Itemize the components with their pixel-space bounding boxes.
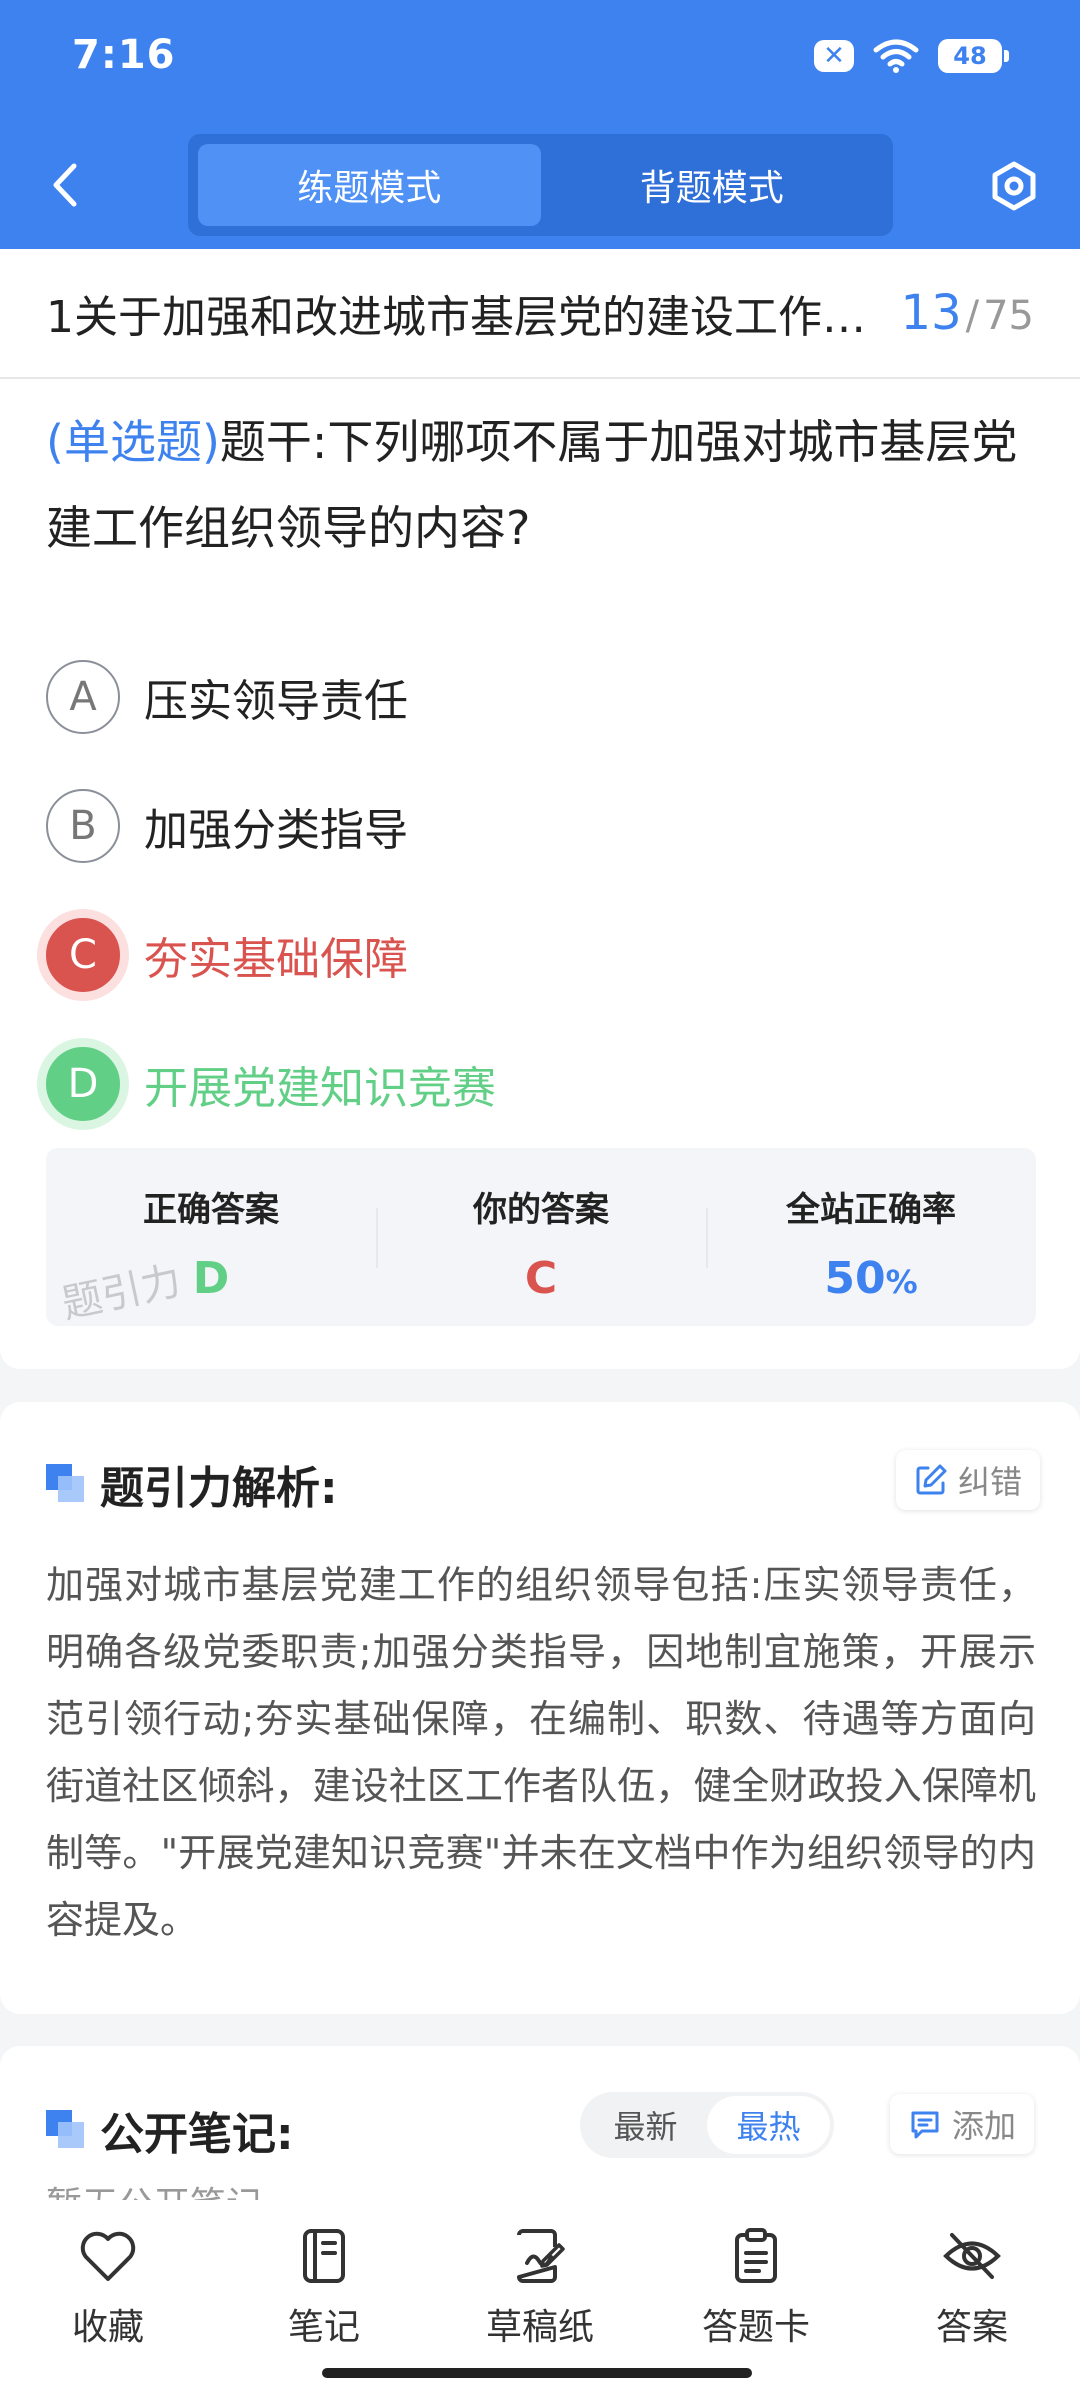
nav-label: 答案 [935,2307,1008,2348]
stat-correct-answer: 正确答案 D 题引力 [46,1148,376,1326]
analysis-header: 题引力解析: [46,1452,338,1516]
option-text: 夯实基础保障 [144,934,408,985]
chapter-title: 1关于加强和改进城市基层党的建设工作的意见 [46,292,881,343]
favorite-button[interactable]: 收藏 [8,2226,208,2400]
heart-icon [78,2226,138,2286]
stat-label: 全站正确率 [786,1190,956,1230]
question-counter[interactable]: 13 / 75 [901,285,1034,341]
notebook-icon [294,2226,354,2286]
option-letter: C [46,918,120,992]
nav-label: 笔记 [287,2307,360,2348]
comment-icon [911,2111,939,2139]
sort-hottest[interactable]: 最热 [707,2096,830,2154]
notes-title: 公开笔记: [100,2109,294,2160]
correct-answer-value: D [192,1253,230,1304]
accuracy-rate-value: 50% [824,1253,917,1304]
counter-separator: / [965,293,980,339]
question-title-row: 1关于加强和改进城市基层党的建设工作的意见 13 / 75 [0,249,1080,379]
battery-icon: 48 [938,39,1009,73]
report-error-label: 纠错 [958,1463,1023,1501]
status-time: 7:16 [72,32,176,78]
stat-label: 你的答案 [473,1190,609,1230]
status-icons: ✕ 48 [814,38,1009,74]
option-a[interactable]: A 压实领导责任 [46,659,408,735]
section-squares-icon [46,1464,86,1504]
app-header: 7:16 ✕ 48 练题模式 背题模式 [0,0,1080,249]
show-answer-button[interactable]: 答案 [872,2226,1072,2400]
add-note-label: 添加 [952,2107,1017,2145]
answer-sheet-icon [726,2226,786,2286]
section-squares-icon [46,2110,86,2150]
tab-practice-mode[interactable]: 练题模式 [198,144,541,226]
question-type: (单选题) [46,415,220,469]
option-text: 压实领导责任 [144,676,408,727]
draft-icon [510,2226,570,2286]
notes-header: 公开笔记: [46,2098,294,2162]
option-b[interactable]: B 加强分类指导 [46,788,408,864]
total-number: 75 [983,293,1034,339]
analysis-body: 加强对城市基层党建工作的组织领导包括:压实领导责任，明确各级党委职责;加强分类指… [46,1563,1036,1942]
nav-label: 草稿纸 [485,2307,594,2348]
notification-x-icon: ✕ [814,40,854,72]
mode-switch: 练题模式 背题模式 [188,134,893,236]
analysis-title: 题引力解析: [100,1463,338,1514]
stat-your-answer: 你的答案 C [376,1148,706,1326]
question-card: 1关于加强和改进城市基层党的建设工作的意见 13 / 75 (单选题)题干:下列… [0,249,1080,1369]
question-stem: (单选题)题干:下列哪项不属于加强对城市基层党建工作组织领导的内容? [46,399,1036,571]
chevron-left-icon [53,163,77,207]
option-c[interactable]: C 夯实基础保障 [46,917,408,993]
add-note-button[interactable]: 添加 [890,2094,1035,2154]
watermark: 题引力 [58,1257,186,1326]
edit-icon [916,1464,947,1495]
eye-off-icon [942,2226,1002,2286]
your-answer-value: C [524,1253,558,1304]
nav-label: 收藏 [71,2307,144,2348]
option-letter: A [46,660,120,734]
analysis-card: 题引力解析: 纠错 加强对城市基层党建工作的组织领导包括:压实领导责任，明确各级… [0,1402,1080,2014]
back-button[interactable] [40,150,90,220]
option-letter: B [46,789,120,863]
home-indicator[interactable] [322,2368,752,2378]
option-text: 开展党建知识竞赛 [144,1063,496,1114]
current-number: 13 [900,285,962,341]
tab-memorize-mode[interactable]: 背题模式 [541,144,884,226]
rate-unit: % [885,1263,918,1301]
notes-sort-toggle: 最新 最热 [580,2092,834,2158]
stat-accuracy-rate: 全站正确率 50% [706,1148,1036,1326]
hexagon-settings-icon [992,161,1036,211]
option-d[interactable]: D 开展党建知识竞赛 [46,1046,496,1122]
settings-button[interactable] [986,158,1042,214]
option-letter: D [46,1047,120,1121]
rate-number: 50 [824,1253,886,1304]
wifi-icon [873,39,919,73]
stat-label: 正确答案 [143,1190,279,1230]
answer-stats: 正确答案 D 题引力 你的答案 C 全站正确率 50% [46,1148,1036,1326]
nav-label: 答题卡 [701,2307,810,2348]
option-text: 加强分类指导 [144,805,408,856]
sort-newest[interactable]: 最新 [584,2096,707,2154]
report-error-button[interactable]: 纠错 [896,1450,1041,1510]
